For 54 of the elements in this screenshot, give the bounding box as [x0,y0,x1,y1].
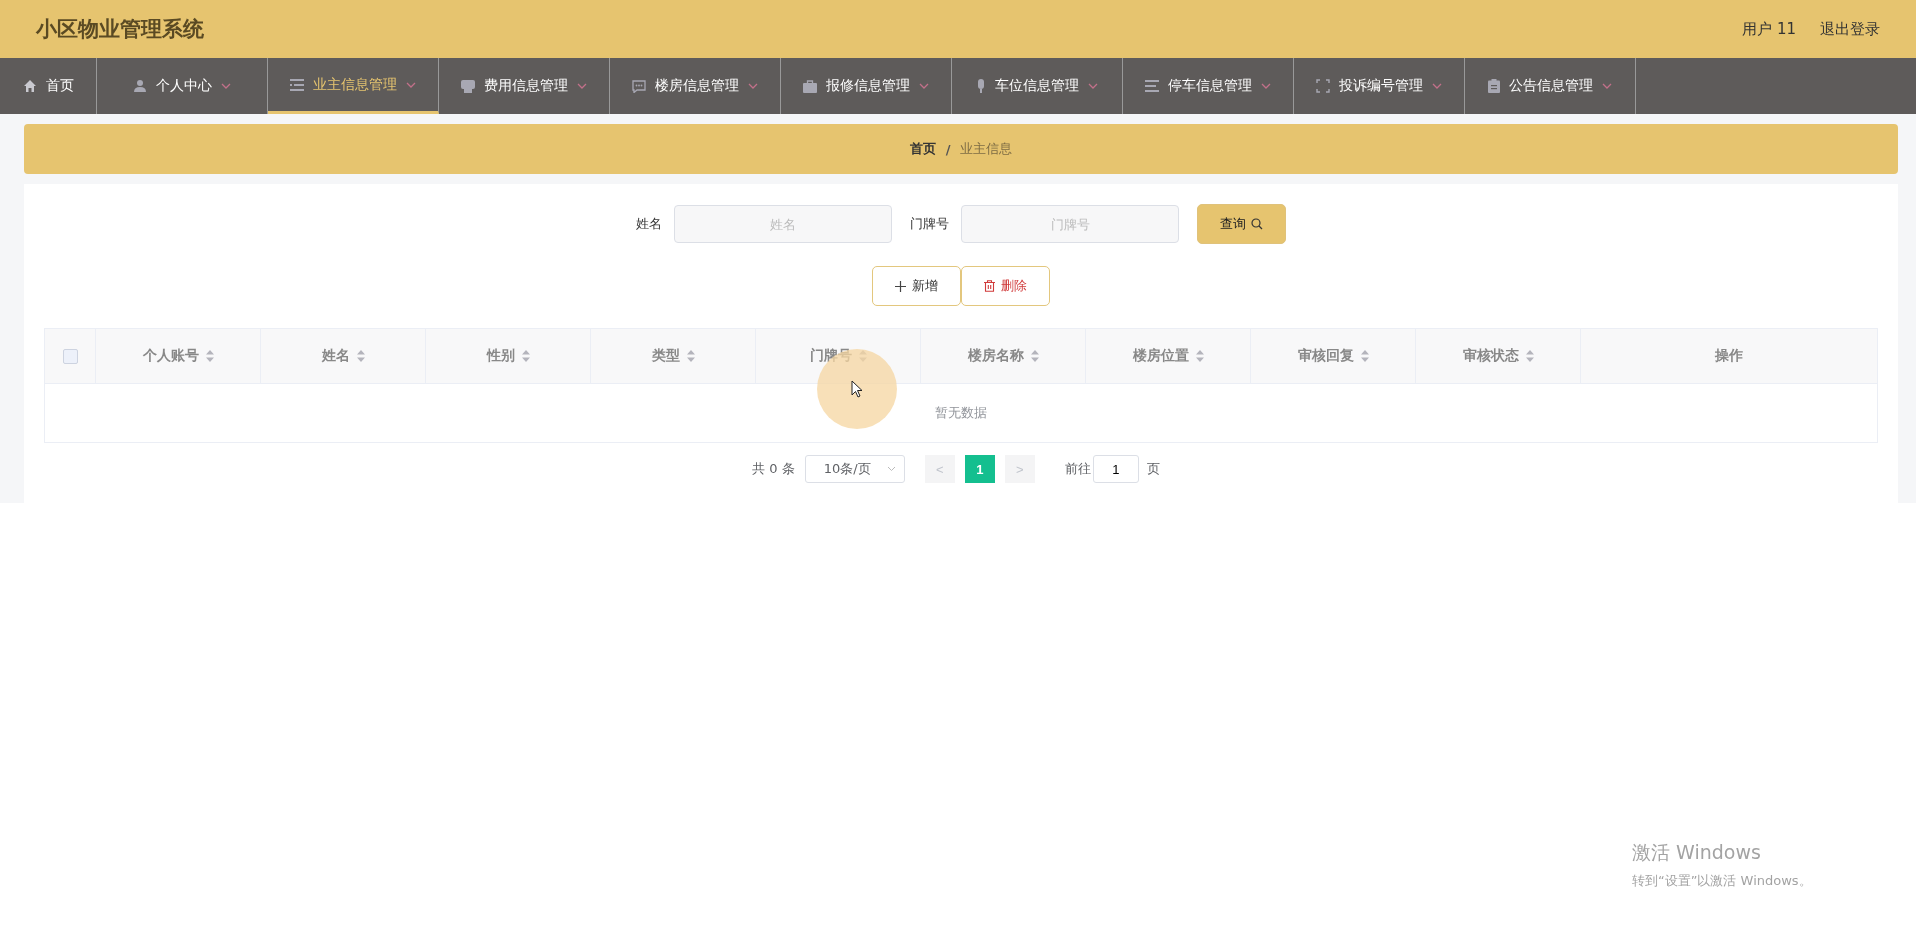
breadcrumb-separator: / [945,141,951,157]
column-header: 审核状态 [1462,347,1519,365]
cursor-icon [851,380,863,398]
frame-corners-icon [1316,79,1330,93]
sort-icon[interactable] [356,350,365,362]
sort-icon[interactable] [205,350,214,362]
chat-icon [632,79,646,93]
field-label: 门牌号 [910,215,949,233]
lines-icon [1145,80,1159,92]
user-name: 用户 11 [1742,19,1796,39]
column-header: 楼房名称 [967,347,1024,365]
page-size-select[interactable]: 10条/页 [804,455,905,483]
search-button[interactable]: 查询 [1197,204,1286,244]
column-header: 审核回复 [1297,347,1354,365]
search-field[interactable]: 姓名 [674,205,892,243]
column-header: 个人账号 [142,347,199,365]
trash-icon [984,280,995,292]
sort-icon[interactable] [1030,350,1039,362]
briefcase-icon [803,79,817,93]
page-suffix: 页 [1146,460,1160,478]
logout-link[interactable]: 退出登录 [1820,19,1880,39]
column-header: 操作 [1715,347,1743,365]
list-icon [290,78,304,91]
delete-button[interactable]: 删除 [961,266,1050,306]
column-header: 性别 [486,347,515,365]
add-button[interactable]: 新增 [872,266,961,306]
sort-icon[interactable] [686,350,695,362]
activation-title: 激活 Windows [1632,840,1762,865]
empty-message: 暂无数据 [935,404,987,422]
breadcrumb-current: 业主信息 [960,140,1013,158]
search-icon [1251,218,1263,230]
goto-label: 前往 [1064,460,1091,478]
activation-subtitle: 转到“设置”以激活 Windows。 [1632,872,1812,890]
app-title: 小区物业管理系统 [36,16,204,43]
home-icon [22,79,37,93]
select-all-checkbox[interactable] [62,348,78,364]
goto-page-field[interactable]: 1 [1092,455,1139,483]
breadcrumb-link[interactable]: 首页 [909,140,936,158]
column-header: 类型 [651,347,680,365]
microphone-icon [976,79,986,93]
chevron-down-icon [886,466,896,472]
column-header: 门牌号 [809,347,852,365]
sort-icon[interactable] [1195,350,1204,362]
plus-icon [895,280,906,292]
column-header: 姓名 [321,347,350,365]
sort-icon[interactable] [1360,350,1369,362]
printer-icon [461,79,475,93]
column-header: 楼房位置 [1132,347,1189,365]
total-count: 共 0 条 [752,460,795,478]
sort-icon[interactable] [1525,350,1534,362]
user-icon [133,79,147,93]
sort-icon[interactable] [521,350,530,362]
field-label: 姓名 [636,215,662,233]
clipboard-icon [1488,79,1500,93]
